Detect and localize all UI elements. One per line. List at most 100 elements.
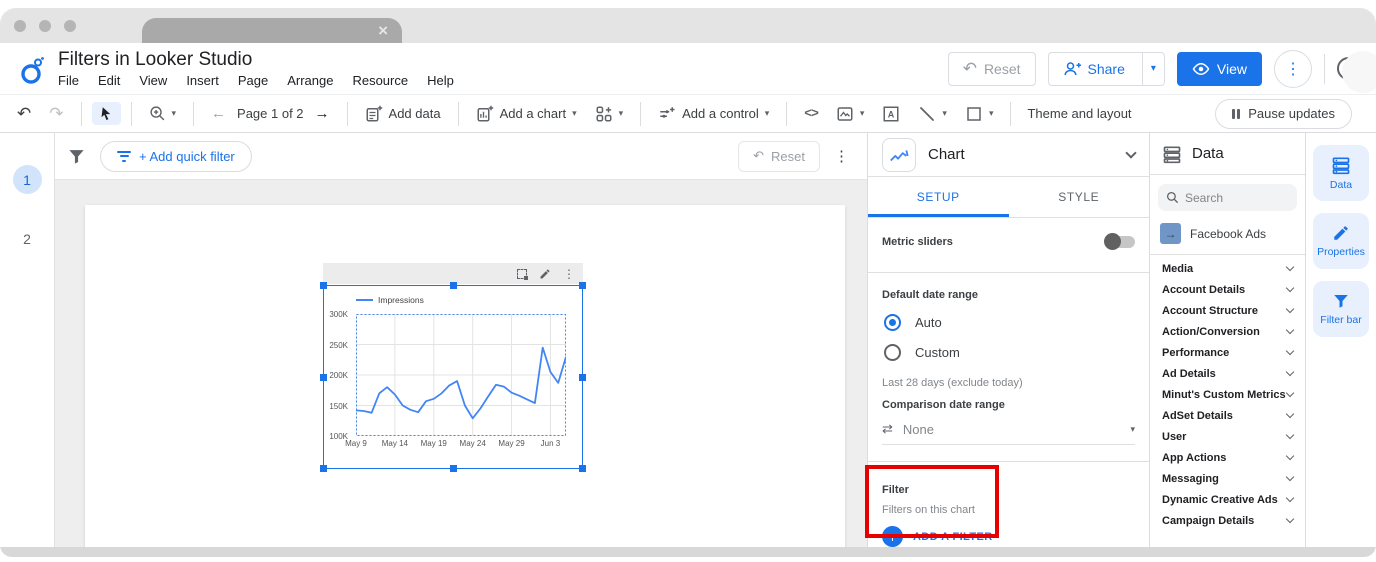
add-data-button[interactable]: Add data [358, 101, 448, 127]
report-canvas[interactable]: ⋮ Impressions 100K 150K 200K 250K 300K M… [55, 180, 867, 547]
active-tab-underline [868, 214, 1009, 217]
report-page[interactable]: ⋮ Impressions 100K 150K 200K 250K 300K M… [85, 205, 845, 547]
y-tick-label: 300K [329, 310, 348, 319]
date-range-custom-option[interactable]: Custom [884, 344, 1135, 361]
window-close-dot[interactable] [14, 20, 26, 32]
image-icon [837, 106, 853, 121]
resize-handle[interactable] [579, 374, 586, 381]
comparison-date-dropdown[interactable]: ⇄ None ▾ [882, 421, 1135, 445]
window-minimize-dot[interactable] [39, 20, 51, 32]
pencil-icon [1334, 226, 1348, 240]
next-page-button[interactable]: → [308, 101, 337, 126]
pause-updates-button[interactable]: Pause updates [1215, 98, 1352, 129]
menu-item-resource[interactable]: Resource [352, 73, 408, 88]
tab-setup[interactable]: SETUP [868, 177, 1009, 217]
line-chart-widget[interactable]: ⋮ Impressions 100K 150K 200K 250K 300K M… [320, 263, 586, 472]
url-embed-button[interactable]: <> [797, 102, 825, 125]
properties-panel: Chart SETUP STYLE Metric sliders Default… [865, 133, 1150, 547]
menu-item-arrange[interactable]: Arrange [287, 73, 333, 88]
menu-item-insert[interactable]: Insert [186, 73, 219, 88]
canvas-more-options[interactable]: ⋮ [834, 147, 849, 165]
field-group-campaign-details[interactable]: Campaign Details [1150, 510, 1305, 531]
field-group-performance[interactable]: Performance [1150, 342, 1305, 363]
prev-page-button[interactable]: ← [204, 101, 233, 126]
chart-menu-icon[interactable]: ⋮ [563, 267, 575, 281]
zoom-tool-button[interactable]: ▾ [142, 101, 184, 126]
looker-studio-logo [21, 56, 44, 84]
resize-handle[interactable] [450, 282, 457, 289]
menu-item-help[interactable]: Help [427, 73, 454, 88]
field-group-app-actions[interactable]: App Actions [1150, 447, 1305, 468]
tab-style[interactable]: STYLE [1009, 177, 1150, 217]
field-group-action-conversion[interactable]: Action/Conversion [1150, 321, 1305, 342]
field-group-messaging[interactable]: Messaging [1150, 468, 1305, 489]
menu-item-file[interactable]: File [58, 73, 79, 88]
page-thumb-1[interactable]: 1 [12, 165, 42, 194]
view-button[interactable]: View [1176, 51, 1262, 86]
person-add-icon [1064, 61, 1081, 75]
date-range-auto-option[interactable]: Auto [884, 314, 1135, 331]
line-tool-button[interactable]: ▾ [911, 101, 954, 127]
funnel-icon[interactable] [67, 147, 86, 166]
canvas-reset-button[interactable]: ↶ Reset [738, 140, 820, 172]
redo-button[interactable]: ↷ [42, 100, 70, 128]
theme-layout-button[interactable]: Theme and layout [1021, 106, 1131, 121]
rail-data-button[interactable]: Data [1313, 145, 1369, 201]
menu-item-page[interactable]: Page [238, 73, 268, 88]
caret-down-icon: ▾ [1150, 63, 1156, 74]
field-group-media[interactable]: Media [1150, 258, 1305, 279]
rail-filter-bar-button[interactable]: Filter bar [1313, 281, 1369, 337]
edit-pencil-icon[interactable] [539, 268, 551, 280]
shape-tool-button[interactable]: ▾ [958, 101, 1001, 127]
tab-close-icon[interactable]: × [378, 22, 388, 39]
field-group-minut-s-custom-metrics[interactable]: Minut's Custom Metrics [1150, 384, 1305, 405]
legend-label: Impressions [378, 295, 424, 305]
menu-item-edit[interactable]: Edit [98, 73, 120, 88]
add-quick-filter-button[interactable]: + Add quick filter [100, 140, 252, 172]
y-tick-label: 250K [329, 340, 348, 350]
chevron-down-icon[interactable] [1125, 146, 1137, 159]
resize-handle[interactable] [579, 282, 586, 289]
image-tool-button[interactable]: ▾ [829, 101, 872, 127]
more-options-button[interactable]: ⋮ [1274, 49, 1312, 88]
page-indicator[interactable]: Page 1 of 2 [237, 106, 304, 121]
add-filter-button[interactable]: + ADD A FILTER [882, 526, 1135, 547]
legend-line-swatch [356, 299, 373, 301]
resize-handle[interactable] [450, 465, 457, 472]
reset-button[interactable]: ↶ Reset [947, 51, 1036, 86]
data-panel-title: Data [1192, 145, 1224, 162]
metric-sliders-toggle[interactable] [1104, 233, 1135, 250]
share-button[interactable]: Share ▾ [1047, 51, 1165, 86]
resize-handle[interactable] [320, 465, 327, 472]
field-group-adset-details[interactable]: AdSet Details [1150, 405, 1305, 426]
page-thumb-2[interactable]: 2 [13, 224, 42, 253]
text-tool-button[interactable]: A [875, 101, 907, 127]
share-dropdown-caret[interactable]: ▾ [1141, 52, 1164, 85]
rail-properties-button[interactable]: Properties [1313, 213, 1369, 269]
select-region-icon[interactable] [517, 268, 528, 280]
search-input[interactable] [1185, 190, 1285, 205]
add-chart-button[interactable]: Add a chart ▾ [469, 101, 584, 127]
field-group-user[interactable]: User [1150, 426, 1305, 447]
browser-tab[interactable]: × [142, 18, 402, 43]
field-group-account-structure[interactable]: Account Structure [1150, 300, 1305, 321]
field-group-account-details[interactable]: Account Details [1150, 279, 1305, 300]
report-title[interactable]: Filters in Looker Studio [58, 49, 454, 71]
field-group-ad-details[interactable]: Ad Details [1150, 363, 1305, 384]
community-visualizations-button[interactable]: ▾ [588, 101, 631, 127]
add-control-button[interactable]: Add a control ▾ [651, 101, 776, 127]
header-divider [1324, 53, 1325, 84]
field-group-dynamic-creative-ads[interactable]: Dynamic Creative Ads [1150, 489, 1305, 510]
window-zoom-dot[interactable] [64, 20, 76, 32]
field-search[interactable] [1158, 184, 1297, 211]
app-header: Filters in Looker Studio File Edit View Ins… [0, 43, 1376, 95]
select-tool-button[interactable] [91, 102, 121, 125]
svg-text:A: A [888, 109, 895, 119]
avatar[interactable] [1342, 51, 1376, 93]
resize-handle[interactable] [320, 282, 327, 289]
resize-handle[interactable] [579, 465, 586, 472]
menu-item-view[interactable]: View [139, 73, 167, 88]
data-source-row[interactable]: → Facebook Ads [1150, 215, 1305, 255]
data-list-icon [1163, 146, 1181, 163]
undo-button[interactable]: ↶ [10, 100, 38, 128]
